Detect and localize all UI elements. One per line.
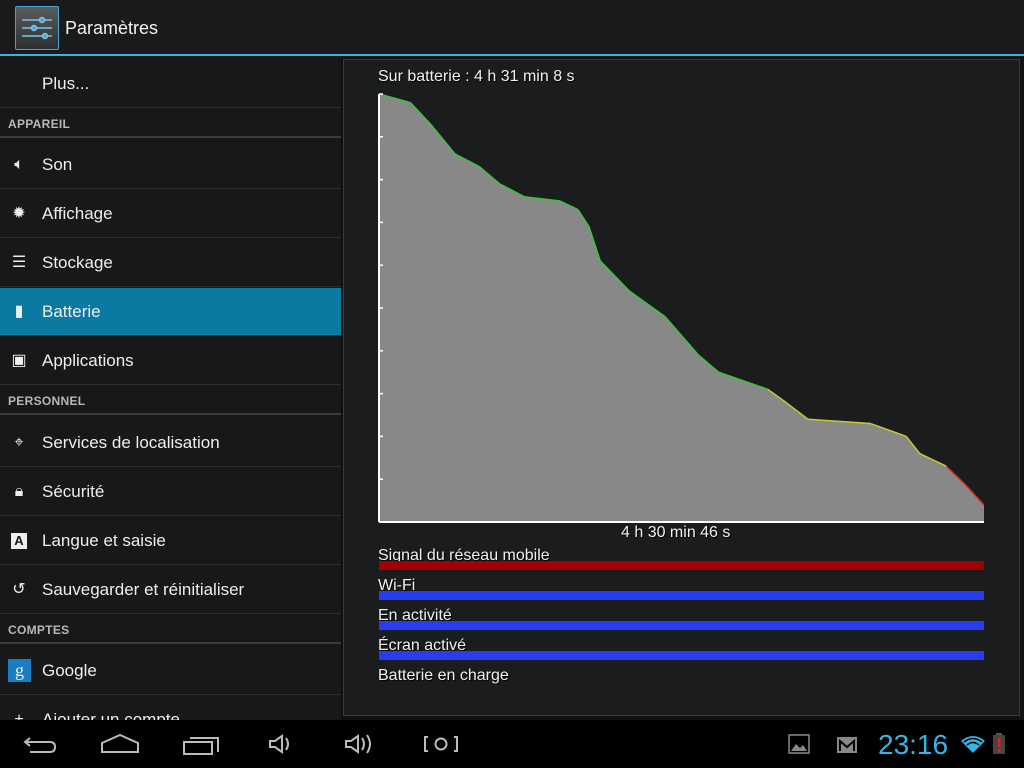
gmail-notification-icon[interactable] [836, 736, 858, 754]
battery-low-icon [993, 733, 1005, 754]
on-battery-label: Sur batterie : 4 h 31 min 8 s [378, 68, 575, 85]
duration-label: 4 h 30 min 46 s [621, 524, 731, 541]
wifi-icon [961, 736, 985, 753]
battery-area [379, 94, 984, 522]
battery-chart [378, 93, 985, 523]
gallery-notification-icon[interactable] [788, 734, 810, 754]
home-button[interactable] [100, 732, 140, 756]
wifi-bar [379, 591, 984, 600]
awake-bar [379, 621, 984, 630]
screenshot-button[interactable] [422, 732, 460, 756]
back-button[interactable] [22, 732, 58, 756]
charging-label: Batterie en charge [378, 667, 509, 684]
volume-up-button[interactable] [344, 732, 376, 756]
volume-down-button[interactable] [268, 732, 294, 756]
screen-on-bar [379, 651, 984, 660]
clock[interactable]: 23:16 [878, 729, 948, 761]
signal-bar [379, 561, 984, 570]
navigation-bar [0, 720, 1024, 768]
recent-apps-button[interactable] [182, 732, 220, 756]
